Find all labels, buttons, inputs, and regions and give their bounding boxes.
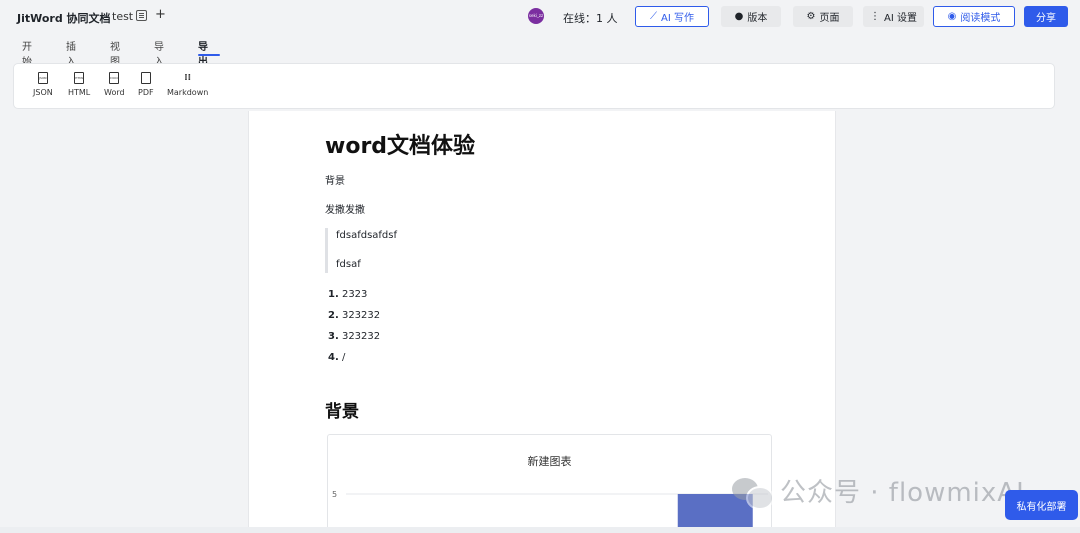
version-label: 版本 <box>747 13 768 24</box>
list-text: 323232 <box>341 310 381 321</box>
doc-title[interactable]: word文档体验 <box>325 128 475 160</box>
export-pdf-label: PDF <box>138 88 154 97</box>
blockquote-line[interactable]: fdsaf <box>336 259 361 270</box>
ai-write-button[interactable]: ⟋ AI 写作 <box>635 6 709 27</box>
active-tab-indicator <box>198 54 220 56</box>
blockquote-line[interactable]: fdsafdsafdsf <box>336 230 397 241</box>
add-icon[interactable]: + <box>155 7 166 22</box>
watermark: 公众号 · flowmixAI <box>732 472 1025 510</box>
document-name[interactable]: test <box>112 10 133 23</box>
avatar[interactable]: seki_zz <box>528 8 544 24</box>
list-number: 4. <box>328 352 339 363</box>
more-vertical-icon: ⋮ <box>870 11 881 22</box>
list-text: 2323 <box>341 289 368 300</box>
export-word-label: Word <box>104 88 125 97</box>
y-tick-label: 5 <box>332 490 337 499</box>
export-json-button[interactable]: JSON JSON <box>33 72 53 97</box>
ai-write-label: AI 写作 <box>661 13 694 24</box>
outline-icon[interactable] <box>136 10 147 21</box>
ai-settings-button[interactable]: ⋮ AI 设置 <box>863 6 924 27</box>
list-text: 323232 <box>341 331 381 342</box>
wechat-logo-icon <box>732 476 774 510</box>
section-heading[interactable]: 背景 <box>325 397 359 422</box>
bar-chart: 5 <box>332 490 768 533</box>
markdown-icon: ⁞⁞ <box>184 73 192 83</box>
share-button[interactable]: 分享 <box>1024 6 1068 27</box>
pdf-file-icon <box>140 72 151 84</box>
page-label: 页面 <box>819 13 840 24</box>
private-deploy-button[interactable]: 私有化部署 <box>1005 490 1078 520</box>
eye-icon: ◉ <box>947 11 957 22</box>
list-item[interactable]: 4. / <box>328 352 345 363</box>
clock-icon: ● <box>734 11 744 22</box>
paragraph[interactable]: 发撒发撒 <box>325 201 365 216</box>
list-item[interactable]: 2. 323232 <box>328 310 380 321</box>
list-item[interactable]: 1. 2323 <box>328 289 367 300</box>
paragraph[interactable]: 背景 <box>325 172 345 187</box>
gear-icon: ⚙ <box>806 11 816 22</box>
export-html-button[interactable]: HTML HTML <box>68 72 90 97</box>
export-json-label: JSON <box>33 88 53 97</box>
html-file-icon: HTML <box>74 72 85 84</box>
list-number: 2. <box>328 310 339 321</box>
page-button[interactable]: ⚙ 页面 <box>793 6 853 27</box>
document-page[interactable]: word文档体验 背景 发撒发撒 fdsafdsafdsf fdsaf 1. 2… <box>248 111 836 533</box>
version-button[interactable]: ● 版本 <box>721 6 781 27</box>
magic-wand-icon: ⟋ <box>650 11 658 22</box>
status-strip <box>0 527 1080 533</box>
export-html-label: HTML <box>68 88 91 97</box>
app-brand: JitWord 协同文档 <box>17 12 111 25</box>
list-number: 3. <box>328 331 339 342</box>
top-bar: JitWord 协同文档 test + seki_zz 在线：1 人 ⟋ AI … <box>0 0 1080 33</box>
export-markdown-label: Markdown <box>167 88 209 97</box>
list-number: 1. <box>328 289 339 300</box>
list-item[interactable]: 3. 323232 <box>328 331 380 342</box>
blockquote-bar <box>325 228 328 273</box>
list-text: / <box>341 352 346 363</box>
export-ribbon: JSON JSON HTML HTML DOCX Word PDF ⁞⁞ Mar… <box>13 63 1055 109</box>
online-count: 在线：1 人 <box>563 12 618 25</box>
export-word-button[interactable]: DOCX Word <box>104 72 125 97</box>
json-file-icon: JSON <box>37 72 48 84</box>
ai-settings-label: AI 设置 <box>884 13 917 24</box>
word-file-icon: DOCX <box>109 72 120 84</box>
read-mode-button[interactable]: ◉ 阅读模式 <box>933 6 1015 27</box>
export-markdown-button[interactable]: ⁞⁞ Markdown <box>167 72 208 97</box>
chart-block[interactable]: 新建图表 5 <box>327 434 772 533</box>
watermark-text: 公众号 · flowmixAI <box>780 478 1025 508</box>
export-pdf-button[interactable]: PDF <box>138 72 154 97</box>
read-mode-label: 阅读模式 <box>960 13 1001 24</box>
